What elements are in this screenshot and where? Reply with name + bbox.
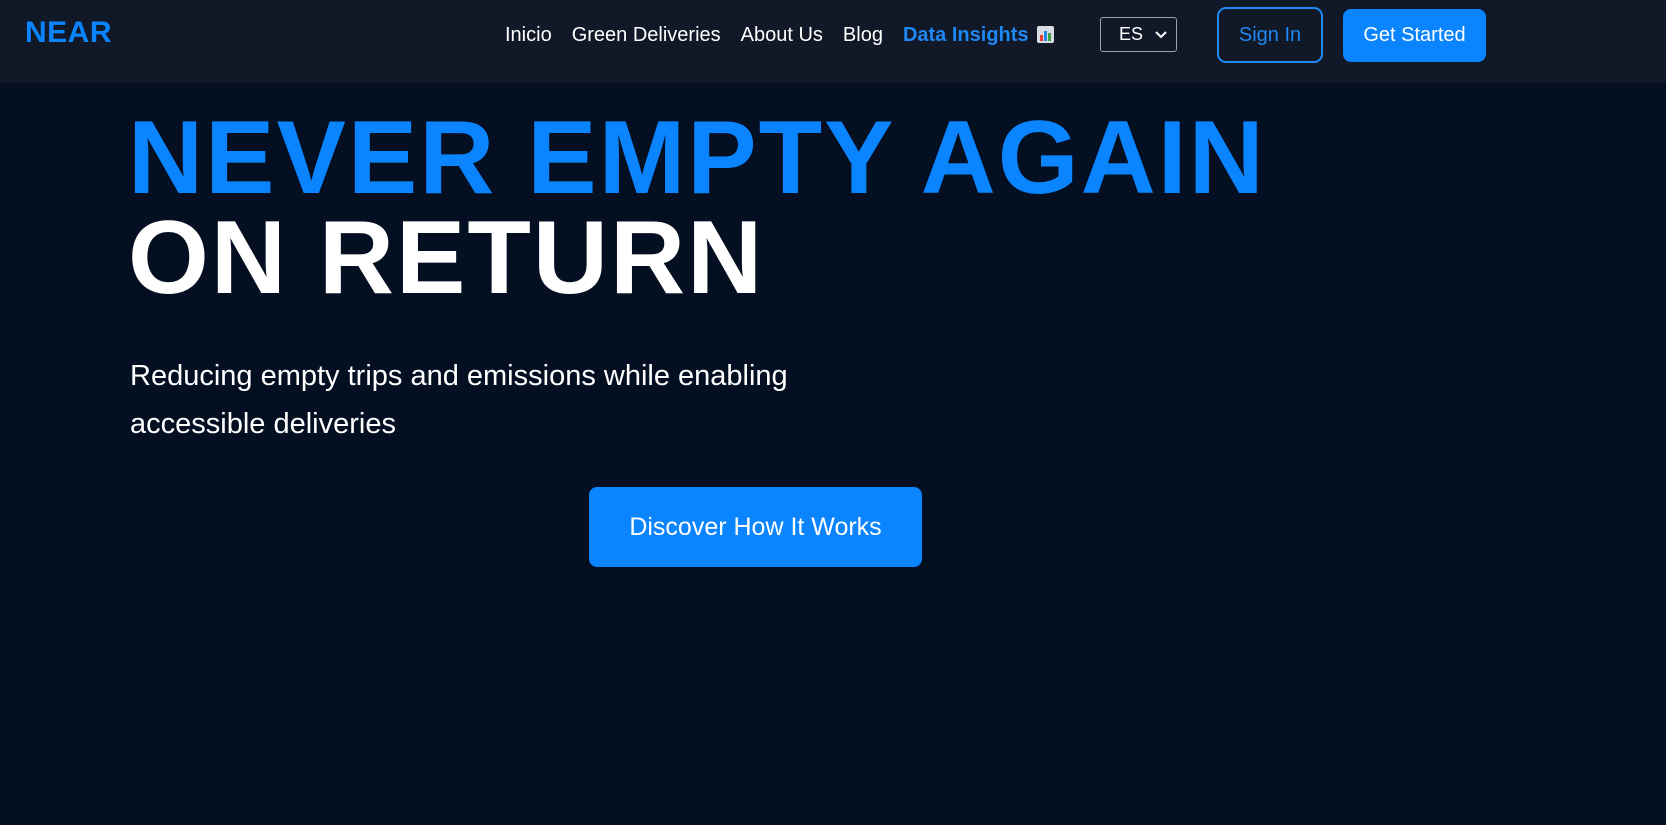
brand-logo[interactable]: NEAR xyxy=(25,16,112,50)
language-select[interactable]: ES xyxy=(1100,17,1177,52)
hero-subtitle: Reducing empty trips and emissions while… xyxy=(130,360,788,440)
chevron-down-icon xyxy=(1155,31,1167,39)
discover-how-it-works-button[interactable]: Discover How It Works xyxy=(589,487,922,567)
nav-link-green-deliveries[interactable]: Green Deliveries xyxy=(572,24,721,47)
bar-chart-icon xyxy=(1036,25,1054,43)
main-nav: Inicio Green Deliveries About Us Blog Da… xyxy=(505,0,1054,70)
top-navbar: NEAR Inicio Green Deliveries About Us Bl… xyxy=(0,0,1666,83)
nav-link-data-insights[interactable]: Data Insights xyxy=(903,24,1054,47)
language-select-value: ES xyxy=(1119,24,1144,44)
get-started-button[interactable]: Get Started xyxy=(1343,9,1486,62)
hero-title-line2: ON RETURN xyxy=(128,200,765,316)
sign-in-button[interactable]: Sign In xyxy=(1217,7,1323,63)
nav-link-data-insights-label: Data Insights xyxy=(902,23,1029,46)
nav-link-blog[interactable]: Blog xyxy=(843,24,883,47)
nav-link-about-us[interactable]: About Us xyxy=(741,24,823,47)
hero-title-line1: NEVER EMPTY AGAIN xyxy=(128,100,1266,216)
nav-link-inicio[interactable]: Inicio xyxy=(505,24,552,47)
